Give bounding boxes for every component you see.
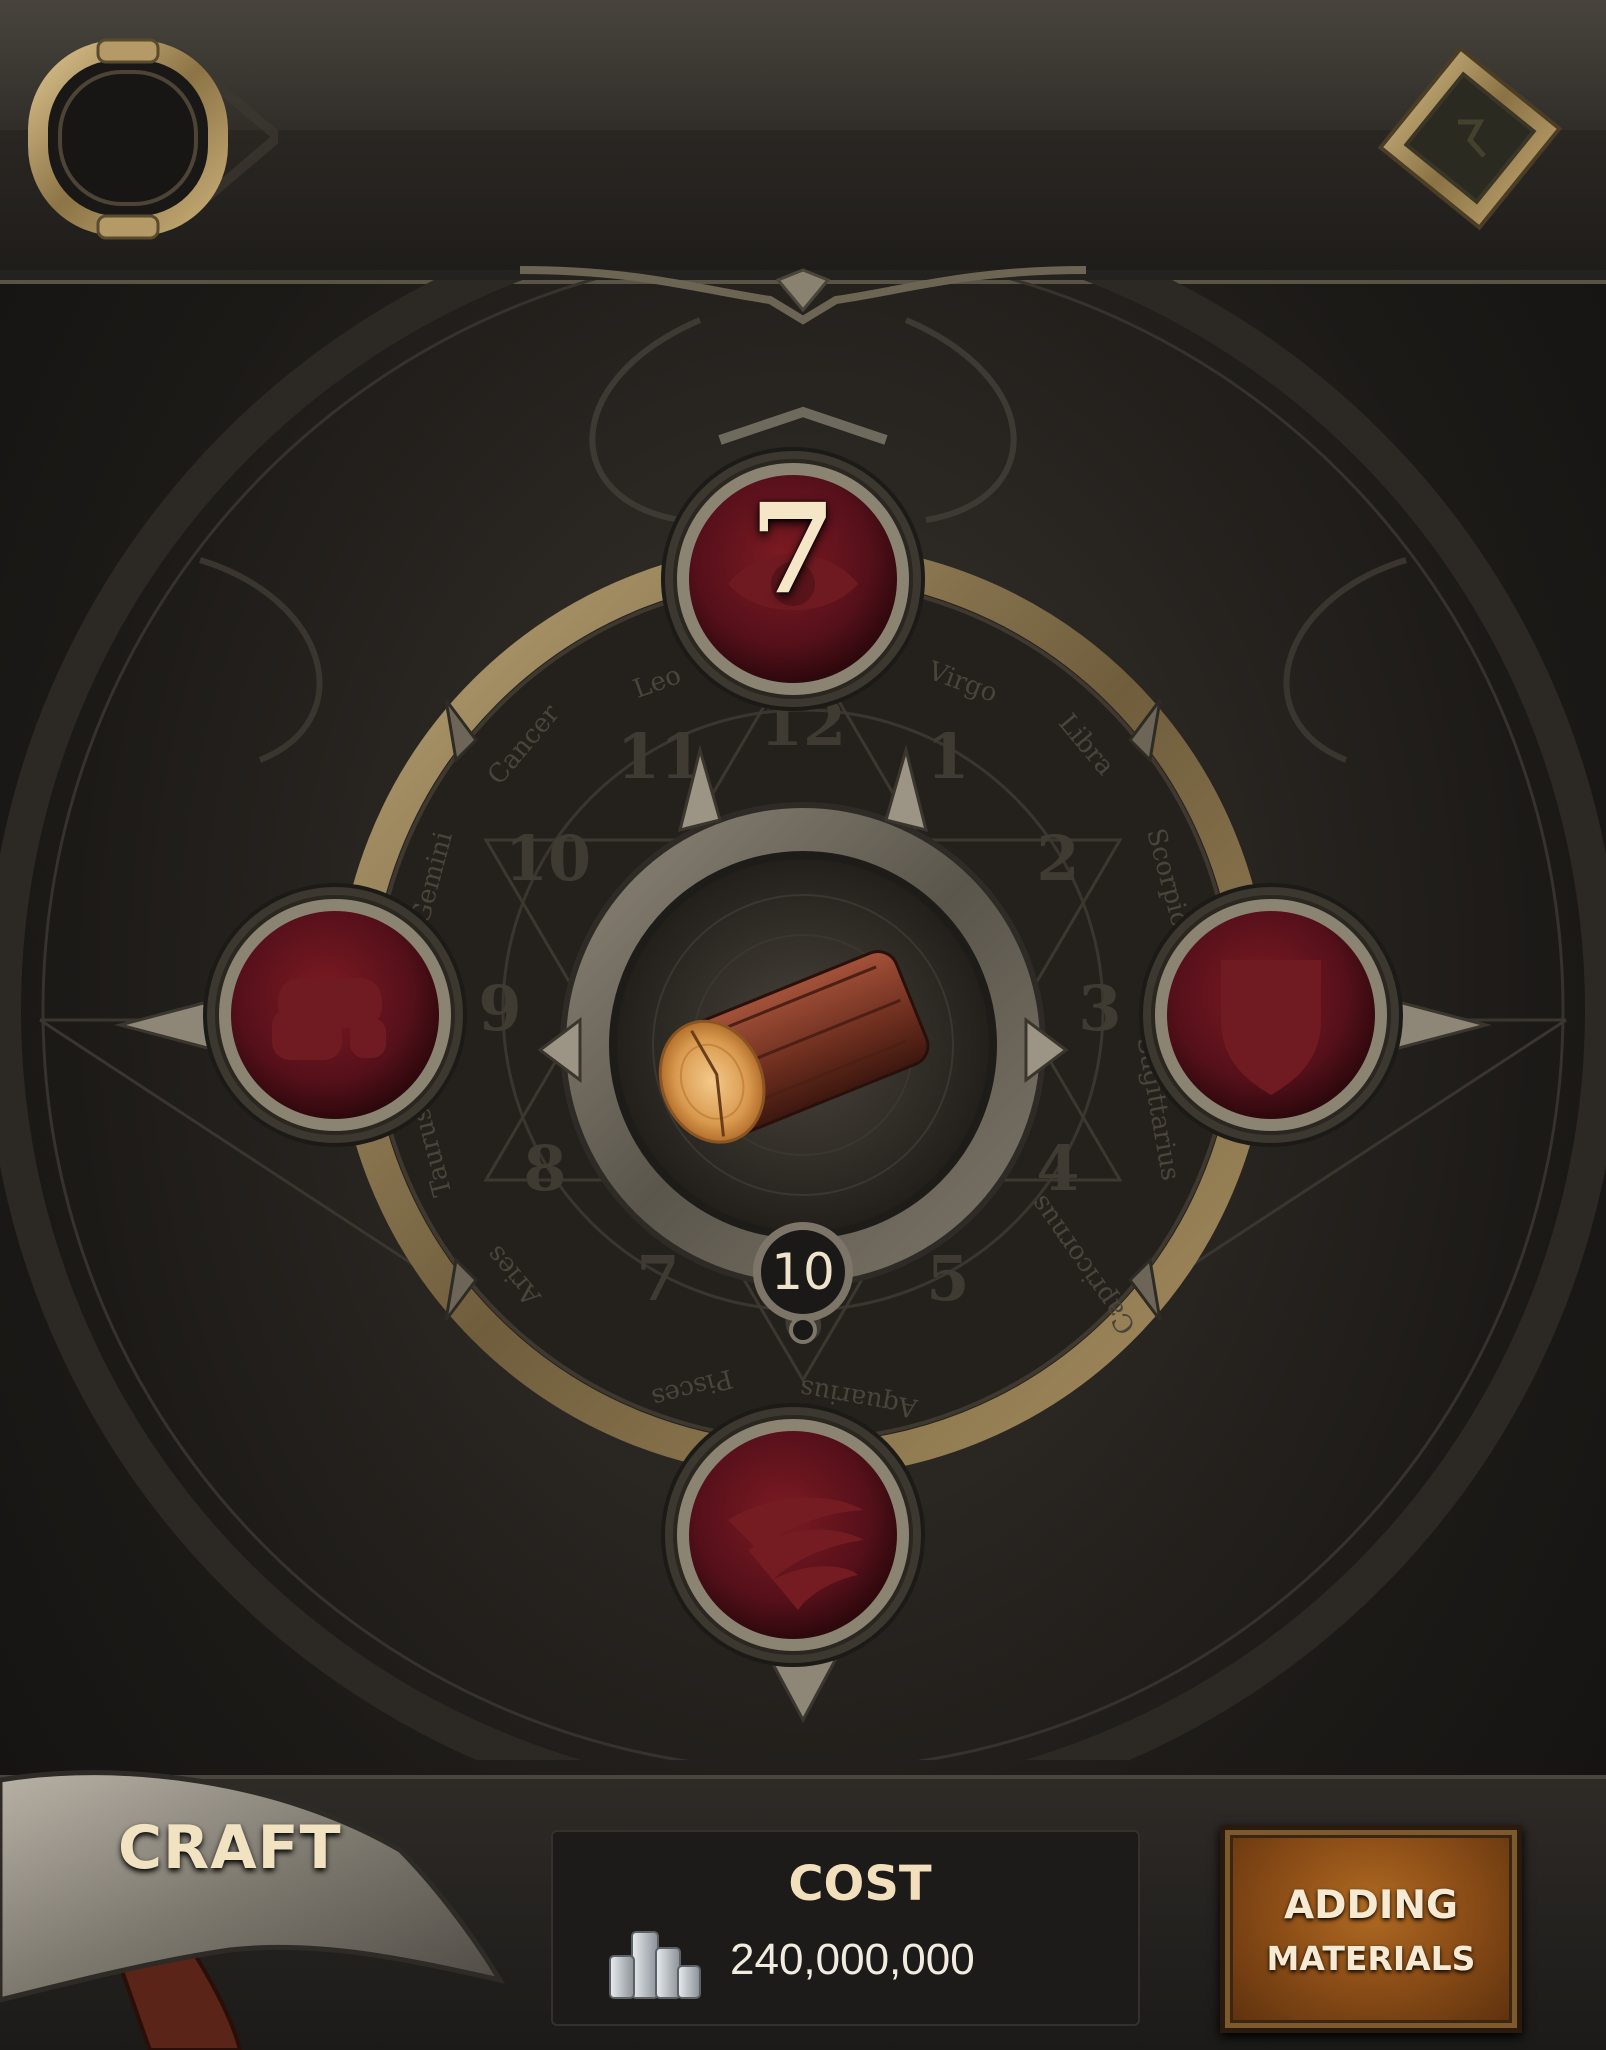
materials-button-label-bottom: MATERIALS: [1266, 1939, 1476, 1978]
equipment-slot-ring[interactable]: [28, 32, 278, 242]
upgrade-level: 7: [749, 477, 837, 622]
crafting-screen: 12 1 2 3 4 5 6 7 8 9 10 11 Cancer Gemini…: [0, 0, 1606, 2050]
dial-number: 11: [617, 720, 703, 793]
dial-number: 2: [1036, 822, 1079, 895]
dial-number: 9: [478, 972, 521, 1045]
right-slot[interactable]: [1136, 880, 1406, 1150]
dial-number: 7: [636, 1242, 679, 1315]
material-count: 10: [771, 1243, 835, 1301]
craft-button[interactable]: [0, 1740, 520, 2050]
dial-number: 5: [926, 1242, 969, 1315]
cost-title: COST: [788, 1856, 932, 1912]
left-slot[interactable]: [200, 880, 470, 1150]
dial-number: 8: [523, 1132, 566, 1205]
fist-icon: [272, 978, 386, 1060]
dial-number: 10: [505, 822, 591, 895]
dial-number: 3: [1078, 972, 1121, 1045]
bottom-slot[interactable]: [658, 1400, 928, 1670]
materials-button-label-top: ADDING: [1283, 1883, 1459, 1928]
rune-slot-diamond[interactable]: [1350, 30, 1580, 260]
dial-number: 1: [926, 720, 969, 793]
craft-label: CRAFT: [118, 1813, 342, 1883]
cost-value: 240,000,000: [730, 1935, 975, 1984]
silver-coins-icon: [609, 1931, 701, 1999]
